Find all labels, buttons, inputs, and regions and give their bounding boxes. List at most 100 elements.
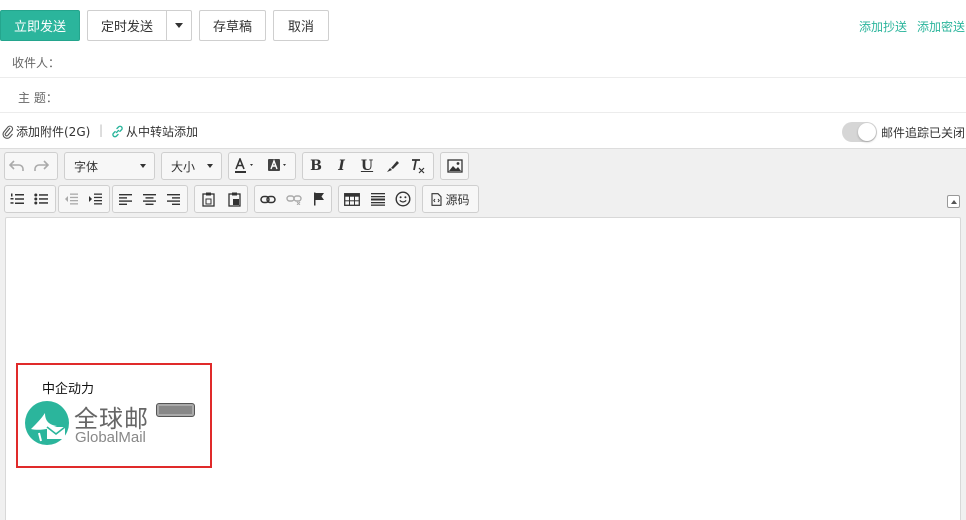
compose-action-bar: 立即发送 定时发送 存草稿 取消 添加抄送 添加密送 bbox=[0, 0, 966, 48]
bold-button[interactable]: B bbox=[303, 153, 329, 179]
insert-image-group bbox=[440, 152, 469, 180]
scheduled-send-dropdown-button[interactable] bbox=[166, 10, 192, 41]
mail-tracking-toggle[interactable] bbox=[842, 122, 877, 142]
insert-image-button[interactable] bbox=[441, 153, 468, 179]
source-code-label: 源码 bbox=[445, 192, 470, 207]
font-family-value: 字体 bbox=[74, 159, 99, 174]
unlink-icon bbox=[285, 194, 302, 205]
italic-button[interactable]: I bbox=[329, 153, 354, 179]
format-painter-button[interactable] bbox=[380, 153, 405, 179]
underline-button[interactable]: U bbox=[354, 153, 380, 179]
source-group: 源码 bbox=[422, 185, 479, 213]
indent-icon bbox=[89, 193, 102, 205]
undo-button[interactable] bbox=[5, 153, 29, 179]
recipient-label: 收件人： bbox=[12, 56, 61, 70]
toggle-knob bbox=[858, 123, 876, 141]
chevron-up-icon bbox=[950, 199, 957, 204]
horizontal-rule-button[interactable] bbox=[365, 186, 390, 212]
highlight-color-icon bbox=[267, 159, 286, 171]
outdent-button[interactable] bbox=[59, 186, 83, 212]
undo-icon bbox=[9, 160, 24, 171]
font-color-icon bbox=[234, 158, 253, 173]
indent-group bbox=[58, 185, 110, 213]
send-now-button[interactable]: 立即发送 bbox=[0, 10, 80, 41]
unordered-list-icon bbox=[34, 193, 48, 205]
paste-plain-icon bbox=[227, 192, 241, 207]
add-attachment-label: 添加附件(2G) bbox=[16, 125, 91, 139]
align-center-icon bbox=[142, 193, 156, 205]
recipient-field[interactable]: 收件人： bbox=[0, 43, 966, 78]
add-from-transfer-link[interactable]: 从中转站添加 bbox=[111, 123, 198, 140]
chain-link-icon bbox=[260, 195, 276, 203]
subject-label: 主 题： bbox=[18, 91, 58, 105]
ordered-list-icon bbox=[10, 193, 24, 204]
cancel-button[interactable]: 取消 bbox=[273, 10, 329, 41]
bold-icon: B bbox=[310, 158, 322, 174]
add-cc-link[interactable]: 添加抄送 bbox=[859, 18, 907, 35]
attachment-row: 添加附件(2G) | 从中转站添加 邮件追踪已关闭 bbox=[0, 117, 966, 145]
redo-icon bbox=[34, 160, 49, 171]
globalmail-logo-icon bbox=[25, 401, 69, 445]
save-draft-button[interactable]: 存草稿 bbox=[199, 10, 266, 41]
clear-format-button[interactable] bbox=[405, 153, 431, 179]
collapse-toolbar-button[interactable] bbox=[947, 195, 960, 208]
anchor-button[interactable] bbox=[306, 186, 331, 212]
unordered-list-button[interactable] bbox=[29, 186, 53, 212]
table-icon bbox=[344, 192, 360, 206]
align-group bbox=[112, 185, 188, 213]
redo-button[interactable] bbox=[29, 153, 53, 179]
align-left-icon bbox=[118, 193, 132, 205]
clear-format-icon bbox=[412, 159, 425, 174]
outdent-icon bbox=[65, 193, 78, 205]
signature-company: 中企动力 bbox=[42, 382, 95, 397]
paperclip-icon bbox=[2, 125, 14, 139]
font-color-button[interactable] bbox=[229, 153, 262, 179]
chevron-down-icon bbox=[175, 23, 183, 28]
insert-image-icon bbox=[446, 159, 463, 173]
signature-brand-en: GlobalMail bbox=[75, 429, 146, 446]
add-bcc-link[interactable]: 添加密送 bbox=[917, 18, 965, 35]
paste-group bbox=[194, 185, 248, 213]
signature-badge bbox=[156, 403, 195, 417]
add-from-transfer-label: 从中转站添加 bbox=[126, 125, 199, 139]
insert-link-button[interactable] bbox=[255, 186, 281, 212]
insert-table-button[interactable] bbox=[339, 186, 365, 212]
source-code-button[interactable]: 源码 bbox=[423, 186, 478, 212]
highlight-color-button[interactable] bbox=[262, 153, 295, 179]
italic-icon: I bbox=[338, 158, 345, 174]
paste-button[interactable] bbox=[195, 186, 221, 212]
list-group bbox=[4, 185, 56, 213]
link-icon bbox=[112, 125, 123, 138]
align-center-button[interactable] bbox=[137, 186, 161, 212]
insert-emoji-button[interactable] bbox=[390, 186, 415, 212]
unlink-button[interactable] bbox=[281, 186, 306, 212]
color-group bbox=[228, 152, 296, 180]
history-group bbox=[4, 152, 58, 180]
mail-tracking-label: 邮件追踪已关闭 bbox=[881, 126, 966, 140]
underline-icon: U bbox=[360, 158, 374, 174]
insert-group bbox=[338, 185, 416, 213]
align-right-button[interactable] bbox=[161, 186, 185, 212]
font-size-select[interactable]: 大小 bbox=[161, 152, 222, 180]
text-style-group: B I U bbox=[302, 152, 434, 180]
ordered-list-button[interactable] bbox=[5, 186, 29, 212]
chevron-down-icon bbox=[207, 164, 213, 168]
emoji-icon bbox=[394, 191, 411, 207]
subject-field[interactable]: 主 题： bbox=[0, 78, 966, 113]
source-code-icon bbox=[431, 192, 443, 206]
chevron-down-icon bbox=[140, 164, 146, 168]
align-left-button[interactable] bbox=[113, 186, 137, 212]
paste-icon bbox=[201, 192, 215, 207]
font-size-value: 大小 bbox=[171, 159, 196, 174]
format-painter-icon bbox=[387, 160, 399, 172]
indent-button[interactable] bbox=[83, 186, 107, 212]
email-signature[interactable]: 中企动力 全球邮 GlobalMail bbox=[16, 363, 212, 468]
horizontal-rule-icon bbox=[370, 193, 385, 206]
attachment-separator: | bbox=[99, 123, 104, 137]
scheduled-send-button[interactable]: 定时发送 bbox=[87, 10, 167, 41]
align-right-icon bbox=[166, 193, 180, 205]
paste-plain-button[interactable] bbox=[221, 186, 247, 212]
font-family-select[interactable]: 字体 bbox=[64, 152, 155, 180]
anchor-flag-icon bbox=[313, 192, 324, 206]
add-attachment-link[interactable]: 添加附件(2G) bbox=[2, 123, 90, 140]
